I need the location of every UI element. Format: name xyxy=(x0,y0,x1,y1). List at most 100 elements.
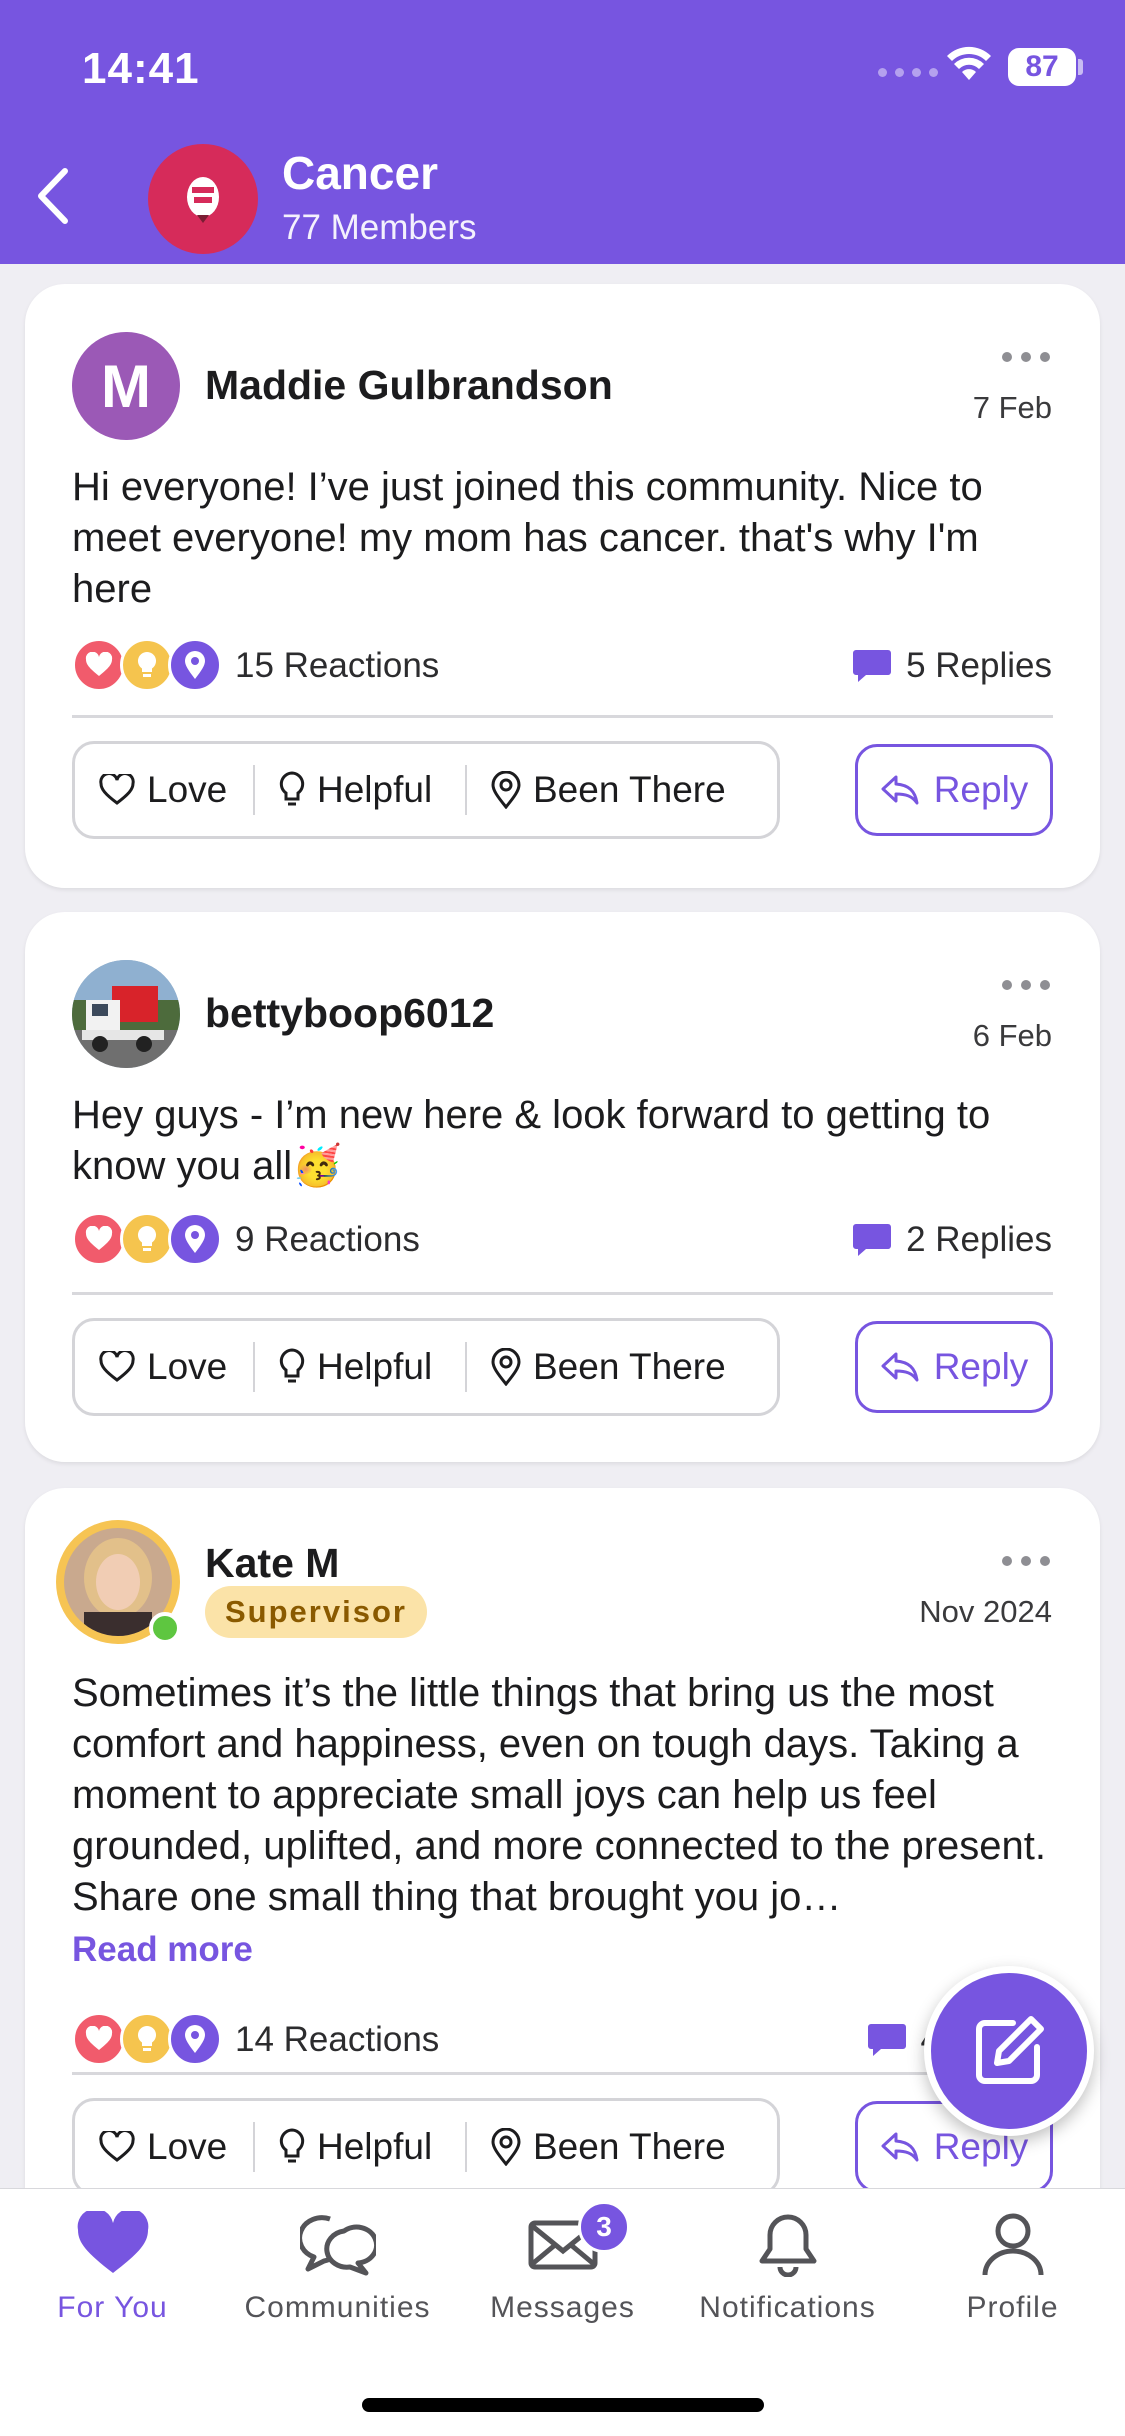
post-text[interactable]: Hey guys - I’m new here & look forward t… xyxy=(72,1090,1053,1192)
reaction-summary-icons[interactable] xyxy=(72,1212,222,1266)
read-more-link[interactable]: Read more xyxy=(72,1930,253,1970)
tab-label: Communities xyxy=(244,2291,431,2324)
reply-label: Reply xyxy=(933,769,1029,810)
been-there-button[interactable]: Been There xyxy=(467,2101,726,2193)
heart-outline-icon xyxy=(99,1351,135,1382)
divider xyxy=(72,2072,1053,2075)
wifi-icon xyxy=(947,46,991,80)
helpful-label: Helpful xyxy=(317,2126,433,2167)
love-button[interactable]: Love xyxy=(75,1321,253,1413)
divider xyxy=(72,715,1053,718)
post-date: Nov 2024 xyxy=(919,1594,1052,1629)
more-options-icon[interactable] xyxy=(1002,352,1050,362)
reaction-count[interactable]: 15 Reactions xyxy=(235,646,439,686)
location-pin-icon xyxy=(491,771,521,809)
tab-notifications[interactable]: Notifications xyxy=(675,2211,900,2325)
more-options-icon[interactable] xyxy=(1002,1556,1050,1566)
community-avatar[interactable] xyxy=(148,144,258,254)
more-options-icon[interactable] xyxy=(1002,980,1050,990)
avatar[interactable]: M xyxy=(72,332,180,440)
tab-communities[interactable]: Communities xyxy=(225,2211,450,2325)
status-bar: 14:41 87 xyxy=(0,0,1125,130)
tab-messages[interactable]: 3 Messages xyxy=(450,2201,675,2325)
heart-outline-icon xyxy=(99,2131,135,2162)
post-date: 6 Feb xyxy=(972,1018,1052,1053)
reaction-count[interactable]: 9 Reactions xyxy=(235,1220,420,1260)
replies-label: 2 Replies xyxy=(906,1220,1052,1259)
helpful-button[interactable]: Helpful xyxy=(255,2101,465,2193)
been-there-label: Been There xyxy=(533,1346,726,1387)
helpful-label: Helpful xyxy=(317,769,433,810)
been-there-button[interactable]: Been There xyxy=(467,1321,726,1413)
post-author[interactable]: bettyboop6012 xyxy=(205,990,494,1037)
love-label: Love xyxy=(147,1346,228,1387)
reply-arrow-icon xyxy=(881,775,919,805)
post-date: 7 Feb xyxy=(972,390,1052,425)
heart-outline-icon xyxy=(99,774,135,805)
bell-icon xyxy=(759,2214,816,2277)
battery-indicator: 87 xyxy=(1008,48,1076,86)
home-indicator xyxy=(362,2398,764,2412)
been-there-reaction-icon xyxy=(168,2012,222,2066)
reply-button[interactable]: Reply xyxy=(855,1321,1053,1413)
been-there-label: Been There xyxy=(533,769,726,810)
truck-photo xyxy=(72,960,180,1068)
lightbulb-icon xyxy=(279,771,305,806)
post-text[interactable]: Hi everyone! I’ve just joined this commu… xyxy=(72,462,1053,615)
community-member-count: 77 Members xyxy=(282,208,477,247)
post-card[interactable]: M Maddie Gulbrandson 7 Feb Hi everyone! … xyxy=(25,284,1100,888)
been-there-reaction-icon xyxy=(168,1212,222,1266)
helpful-reaction-icon xyxy=(120,2012,174,2066)
hope-pin-icon xyxy=(187,177,219,223)
comment-icon xyxy=(853,1224,892,1256)
been-there-label: Been There xyxy=(533,2126,726,2167)
love-reaction-icon xyxy=(72,638,126,692)
been-there-reaction-icon xyxy=(168,638,222,692)
tab-for-you[interactable]: For You xyxy=(0,2211,225,2325)
post-author[interactable]: Maddie Gulbrandson xyxy=(205,362,613,409)
tab-label: For You xyxy=(57,2291,168,2324)
tab-label: Notifications xyxy=(699,2291,876,2324)
replies-count[interactable]: 2 Replies xyxy=(852,1220,1052,1260)
post-author[interactable]: Kate M xyxy=(205,1540,339,1587)
compose-post-button[interactable] xyxy=(924,1966,1094,2136)
replies-label: 5 Replies xyxy=(906,646,1052,685)
post-text[interactable]: Sometimes it’s the little things that br… xyxy=(72,1668,1053,1923)
post-card[interactable]: bettyboop6012 6 Feb Hey guys - I’m new h… xyxy=(25,912,1100,1462)
avatar[interactable] xyxy=(72,960,180,1068)
reaction-count[interactable]: 14 Reactions xyxy=(235,2020,439,2060)
back-button[interactable] xyxy=(20,160,84,232)
person-icon xyxy=(982,2213,1043,2276)
supervisor-badge: Supervisor xyxy=(205,1586,427,1638)
reaction-summary-icons[interactable] xyxy=(72,638,222,692)
love-button[interactable]: Love xyxy=(75,2101,253,2193)
community-title: Cancer xyxy=(282,147,438,199)
helpful-button[interactable]: Helpful xyxy=(255,744,465,836)
compose-icon xyxy=(976,2016,1044,2084)
cellular-signal-icon xyxy=(878,68,938,77)
chevron-left-icon xyxy=(38,168,68,224)
been-there-button[interactable]: Been There xyxy=(467,744,726,836)
heart-icon xyxy=(77,2211,148,2273)
post-card[interactable]: Kate M Supervisor Nov 2024 Sometimes it’… xyxy=(25,1488,1100,2248)
reply-button[interactable]: Reply xyxy=(855,744,1053,836)
location-pin-icon xyxy=(491,1348,521,1386)
love-button[interactable]: Love xyxy=(75,744,253,836)
comment-icon xyxy=(867,2024,906,2056)
helpful-button[interactable]: Helpful xyxy=(255,1321,465,1413)
helpful-reaction-icon xyxy=(120,638,174,692)
messages-unread-badge: 3 xyxy=(578,2201,630,2253)
reaction-summary-icons[interactable] xyxy=(72,2012,222,2066)
tab-label: Profile xyxy=(966,2291,1059,2324)
replies-count[interactable]: 5 Replies xyxy=(852,646,1052,686)
reply-arrow-icon xyxy=(881,2132,919,2162)
tab-profile[interactable]: Profile xyxy=(900,2211,1125,2325)
divider xyxy=(72,1292,1053,1295)
reply-label: Reply xyxy=(933,1346,1029,1387)
status-time: 14:41 xyxy=(82,44,200,93)
love-reaction-icon xyxy=(72,1212,126,1266)
lightbulb-icon xyxy=(279,2128,305,2163)
chat-bubbles-icon xyxy=(299,2215,376,2276)
helpful-reaction-icon xyxy=(120,1212,174,1266)
love-label: Love xyxy=(147,769,228,810)
